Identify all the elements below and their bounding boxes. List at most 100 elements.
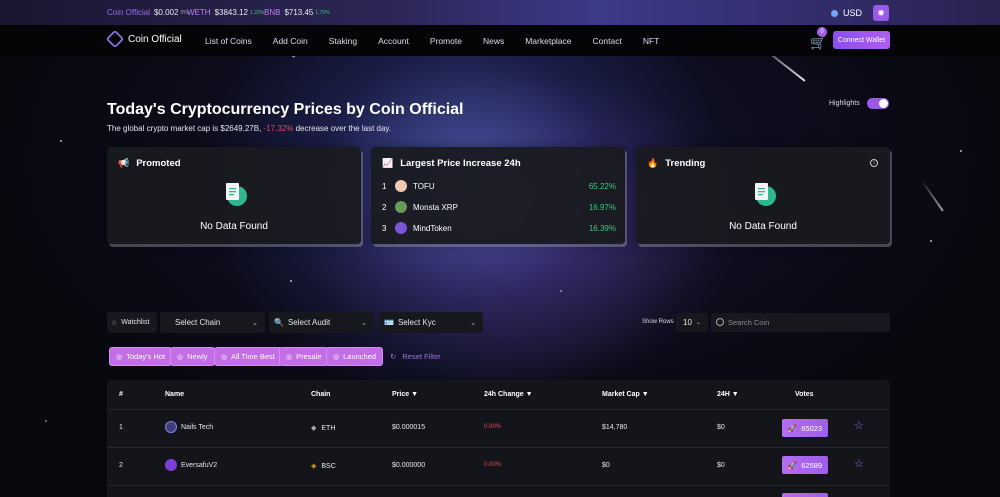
kyc-select-label: Select Kyc: [397, 318, 436, 327]
vote-button[interactable]: [782, 493, 828, 497]
connect-wallet-button[interactable]: Connect Wallet: [833, 31, 890, 49]
row-24h: $0: [717, 424, 725, 431]
row-market-cap: $0: [602, 462, 610, 469]
chip-newly[interactable]: ◎ Newly: [170, 347, 215, 366]
sun-icon: ✹: [877, 7, 885, 18]
watchlist-label: Watchlist: [121, 319, 150, 326]
col-24h-change[interactable]: 24h Change ▼: [484, 391, 533, 398]
chip-launched[interactable]: ◎ Launched: [326, 347, 384, 366]
nails-tech-coin-icon: [165, 421, 177, 433]
divider: [107, 447, 890, 448]
menu-item-account[interactable]: Account: [378, 36, 409, 46]
brand-logo[interactable]: Coin Official: [105, 29, 182, 49]
globe-icon: [830, 9, 838, 17]
gainer-row[interactable]: 3 MindToken 16.39%: [382, 222, 616, 234]
trending-card: 🔥 Trending i No Data Found: [636, 147, 890, 244]
no-data-text: No Data Found: [200, 221, 268, 232]
summary-change: -17.32%: [263, 124, 294, 133]
fire-icon: 🔥: [647, 158, 659, 168]
chip-all-time-best[interactable]: ◎ All Time Best: [214, 347, 282, 366]
chip-label: Presale: [296, 352, 322, 361]
tofu-coin-icon: [395, 180, 407, 192]
chain-select-label: Select Chain: [175, 318, 221, 327]
refresh-icon: ↻: [390, 352, 397, 361]
gainer-name: Monsta XRP: [413, 202, 458, 212]
show-rows-label: Show Rows: [642, 319, 674, 325]
megaphone-icon: 📢: [118, 158, 130, 168]
row-rank: 2: [119, 462, 123, 469]
chart-up-icon: 📈: [382, 158, 394, 168]
ticker-change: 1.75%: [315, 9, 330, 16]
audit-select[interactable]: 🔍 Select Audit ⌄: [269, 312, 374, 333]
currency-label: USD: [842, 8, 862, 18]
menu-item-add-coin[interactable]: Add Coin: [273, 36, 308, 46]
ticker-item[interactable]: WETH $3843.12 1.23%: [187, 8, 274, 17]
page-title: Today's Cryptocurrency Prices by Coin Of…: [107, 101, 464, 118]
rocket-icon: 🚀: [787, 423, 798, 433]
watchlist-star-icon[interactable]: ☆: [854, 419, 864, 432]
menu-item-contact[interactable]: Contact: [593, 36, 622, 46]
gainer-row[interactable]: 1 TOFU 65.22%: [382, 180, 616, 192]
ticker-item[interactable]: Coin Official $0.002 0%: [107, 8, 198, 17]
ticker-price: $3843.12: [214, 8, 248, 17]
kyc-select[interactable]: 🪪 Select Kyc ⌄: [379, 312, 483, 333]
row-market-cap: $14,780: [602, 424, 628, 431]
info-icon[interactable]: i: [870, 159, 878, 167]
bsc-icon: ◈: [311, 463, 317, 470]
chain-select[interactable]: Select Chain ⌄: [160, 312, 265, 333]
card-title: Promoted: [136, 158, 181, 169]
menu-item-staking[interactable]: Staking: [329, 36, 357, 46]
logo-icon: [105, 29, 125, 49]
sort-down-icon: ▼: [731, 391, 739, 398]
currency-selector[interactable]: USD: [830, 8, 862, 18]
menu-item-list-of-coins[interactable]: List of Coins: [205, 36, 252, 46]
chip-todays-hot[interactable]: ◎ Today's Hot: [109, 347, 173, 366]
ticker-item[interactable]: BNB $713.45 1.75%: [264, 8, 340, 17]
highlights-switch[interactable]: Highlights: [829, 98, 889, 109]
gainer-name: TOFU: [413, 181, 435, 191]
reset-filter-label: Reset Filter: [402, 352, 441, 361]
col-market-cap[interactable]: Market Cap ▼: [602, 391, 649, 398]
row-price: $0.000015: [392, 424, 426, 431]
menu-item-nft[interactable]: NFT: [643, 36, 660, 46]
row-chain: ◈ BSC: [311, 462, 336, 471]
card-title: Largest Price Increase 24h: [400, 158, 521, 169]
watchlist-button[interactable]: ☆ Watchlist: [107, 312, 157, 333]
reset-filter-button[interactable]: ↻ Reset Filter: [390, 352, 441, 361]
menu-item-promote[interactable]: Promote: [430, 36, 462, 46]
sort-down-icon: ▼: [525, 391, 533, 398]
search-input[interactable]: Search Coin: [711, 313, 890, 332]
trophy-icon: ◎: [221, 353, 228, 361]
highlights-toggle[interactable]: [866, 98, 889, 109]
search-icon: [716, 318, 724, 326]
market-cap-summary: The global crypto market cap is $2649.27…: [107, 124, 391, 133]
card-title: Trending: [665, 158, 706, 169]
chevron-down-icon: ⌄: [695, 320, 701, 326]
col-price[interactable]: Price ▼: [392, 391, 418, 398]
gainer-row[interactable]: 2 Monsta XRP 16.97%: [382, 201, 616, 213]
row-name[interactable]: Nails Tech: [165, 421, 213, 433]
rows-select[interactable]: 10 ⌄: [676, 313, 708, 332]
row-chain: ◆ ETH: [311, 424, 336, 433]
chip-presale[interactable]: ◎ Presale: [279, 347, 329, 366]
ticker-symbol: Coin Official: [107, 8, 150, 17]
row-change: 0.00%: [484, 462, 502, 468]
cart-icon[interactable]: 🛒: [810, 35, 826, 51]
col-24h[interactable]: 24H ▼: [717, 391, 739, 398]
row-rank: 1: [119, 424, 123, 431]
menu-item-news[interactable]: News: [483, 36, 504, 46]
ticker-price: $713.45: [284, 8, 314, 17]
promoted-card: 📢 Promoted No Data Found: [107, 147, 361, 244]
vote-button[interactable]: 🚀 62589: [782, 456, 828, 474]
price-ticker: Coin Official $0.002 0% WETH $3843.12 1.…: [0, 0, 1000, 25]
row-name[interactable]: EversafuV2: [165, 459, 217, 471]
ticker-price: $0.002: [153, 8, 179, 17]
watchlist-star-icon[interactable]: ☆: [854, 457, 864, 470]
vote-button[interactable]: 🚀 65023: [782, 419, 828, 437]
theme-toggle-button[interactable]: ✹: [873, 5, 889, 21]
menu-item-marketplace[interactable]: Marketplace: [525, 36, 571, 46]
chevron-down-icon: ⌄: [252, 319, 258, 327]
chevron-down-icon: ⌄: [470, 319, 476, 327]
eth-icon: ◆: [311, 425, 317, 432]
col-votes: Votes: [795, 391, 814, 398]
